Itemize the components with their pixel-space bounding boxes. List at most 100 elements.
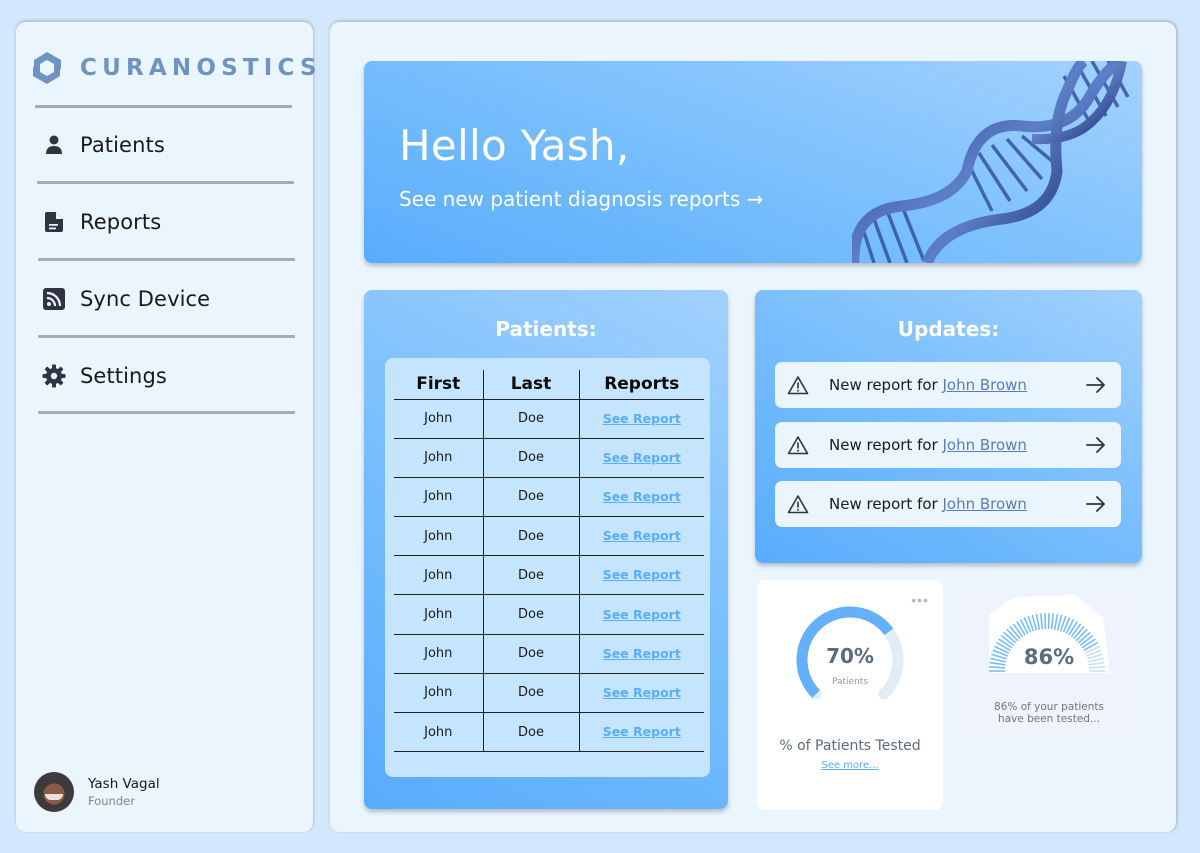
patients-tested-card: ••• 70% Patients % of Patients Tested Se… [757,580,943,810]
updates-card: Updates: New report for John Brown New re… [755,290,1142,563]
document-icon [42,210,66,234]
cell-first: John [394,438,484,478]
sidebar-item-patients[interactable]: Patients [42,133,165,157]
cell-report: See Report [579,673,704,714]
user-icon [42,133,66,157]
cell-first: John [394,516,484,557]
user-profile[interactable]: Yash Vagal Founder [34,772,160,812]
update-item[interactable]: New report for John Brown [775,362,1121,408]
gauge-value: 86% [1023,645,1075,669]
description-line: 86% of your patients [994,701,1104,713]
see-report-link[interactable]: See Report [603,411,681,426]
update-text: New report for John Brown [829,495,1027,513]
column-header-first[interactable]: First [394,370,484,400]
table-header-row: First Last Reports [394,370,704,400]
divider [35,105,292,108]
see-report-link[interactable]: See Report [603,646,681,661]
gauge-description: 86% of your patients have been tested... [957,701,1141,725]
more-options-icon[interactable]: ••• [911,592,929,608]
update-prefix: New report for [829,376,943,394]
see-report-link[interactable]: See Report [603,607,681,622]
table-row: John Doe See Report [394,477,704,518]
warning-icon [787,435,809,454]
column-header-last[interactable]: Last [483,370,580,400]
table-row: John Doe See Report [394,438,704,478]
see-report-link[interactable]: See Report [603,528,681,543]
warning-icon [787,495,809,514]
cell-first: John [394,634,484,674]
arrow-right-icon[interactable] [1085,436,1107,454]
patients-card: Patients: First Last Reports John Doe See … [364,290,728,809]
update-text: New report for John Brown [829,376,1027,394]
see-report-link[interactable]: See Report [603,489,681,504]
table-row: John Doe See Report [394,555,704,596]
table-row: John Doe See Report [394,712,704,753]
sidebar-item-label: Patients [80,133,165,157]
cell-last: Doe [483,673,580,714]
updates-title: Updates: [897,317,1000,341]
cell-last: Doe [483,438,580,478]
cell-last: Doe [483,712,580,753]
divider [37,181,294,184]
cell-report: See Report [579,594,704,635]
update-item[interactable]: New report for John Brown [775,421,1121,468]
see-report-link[interactable]: See Report [603,450,681,465]
update-item[interactable]: New report for John Brown [775,481,1121,527]
sidebar: CURANOSTICS Patients Reports Sync Device… [16,22,317,832]
gear-icon [42,364,66,388]
cell-report: See Report [579,634,704,674]
see-report-link[interactable]: See Report [603,685,681,700]
cell-last: Doe [483,634,580,674]
avatar [34,772,74,812]
update-prefix: New report for [829,435,943,454]
cell-last: Doe [483,477,580,518]
cell-last: Doe [483,555,580,596]
see-more-link[interactable]: See more... [757,760,943,771]
cell-first: John [394,712,484,753]
patient-name-link[interactable]: John Brown [942,376,1026,394]
arrow-right-icon[interactable] [1085,376,1107,394]
patient-name-link[interactable]: John Brown [942,436,1026,454]
column-header-reports[interactable]: Reports [579,370,704,400]
rss-icon [42,287,66,311]
gauge-tick [1047,613,1050,630]
warning-icon [787,376,809,395]
cell-last: Doe [483,399,580,439]
diagnosis-reports-link[interactable]: See new patient diagnosis reports → [399,187,763,211]
gauge-sublabel: Patients [831,677,869,687]
cell-report: See Report [579,399,704,439]
table-row: John Doe See Report [394,399,704,439]
table-row: John Doe See Report [394,594,704,635]
see-report-link[interactable]: See Report [603,567,681,582]
sidebar-item-reports[interactable]: Reports [42,210,161,234]
sidebar-item-label: Sync Device [80,287,211,311]
profile-role: Founder [88,794,135,808]
description-line: have been tested... [998,713,1100,725]
patients-table-container: First Last Reports John Doe See Report John… [385,358,710,777]
cell-last: Doe [483,516,580,557]
patients-title: Patients: [495,317,597,341]
cell-report: See Report [579,516,704,557]
sidebar-item-settings[interactable]: Settings [42,364,167,388]
cell-report: See Report [579,712,704,753]
patients-table: First Last Reports John Doe See Report John… [394,370,704,753]
divider [38,258,295,261]
patients-tested-tick-card: 86% 86% of your patients have been teste… [957,581,1141,741]
sidebar-item-sync-device[interactable]: Sync Device [42,287,210,311]
cell-last: Doe [483,594,580,635]
table-row: John Doe See Report [394,673,704,714]
update-text: New report for John Brown [829,436,1027,454]
brand-logo[interactable]: CURANOSTICS [30,50,322,86]
brand-name: CURANOSTICS [80,55,322,81]
dna-helix-image [852,61,1130,263]
gauge-value: 70% [826,644,874,668]
cell-first: John [394,673,484,714]
cell-first: John [394,399,484,439]
cell-report: See Report [579,438,704,478]
patient-name-link[interactable]: John Brown [942,495,1026,513]
see-report-link[interactable]: See Report [603,724,681,739]
hexagon-s-logo-icon [33,52,61,84]
arrow-right-icon[interactable] [1085,495,1107,513]
main-panel: Hello Yash, See new patient diagnosis re… [330,22,1176,832]
cell-first: John [394,555,484,596]
